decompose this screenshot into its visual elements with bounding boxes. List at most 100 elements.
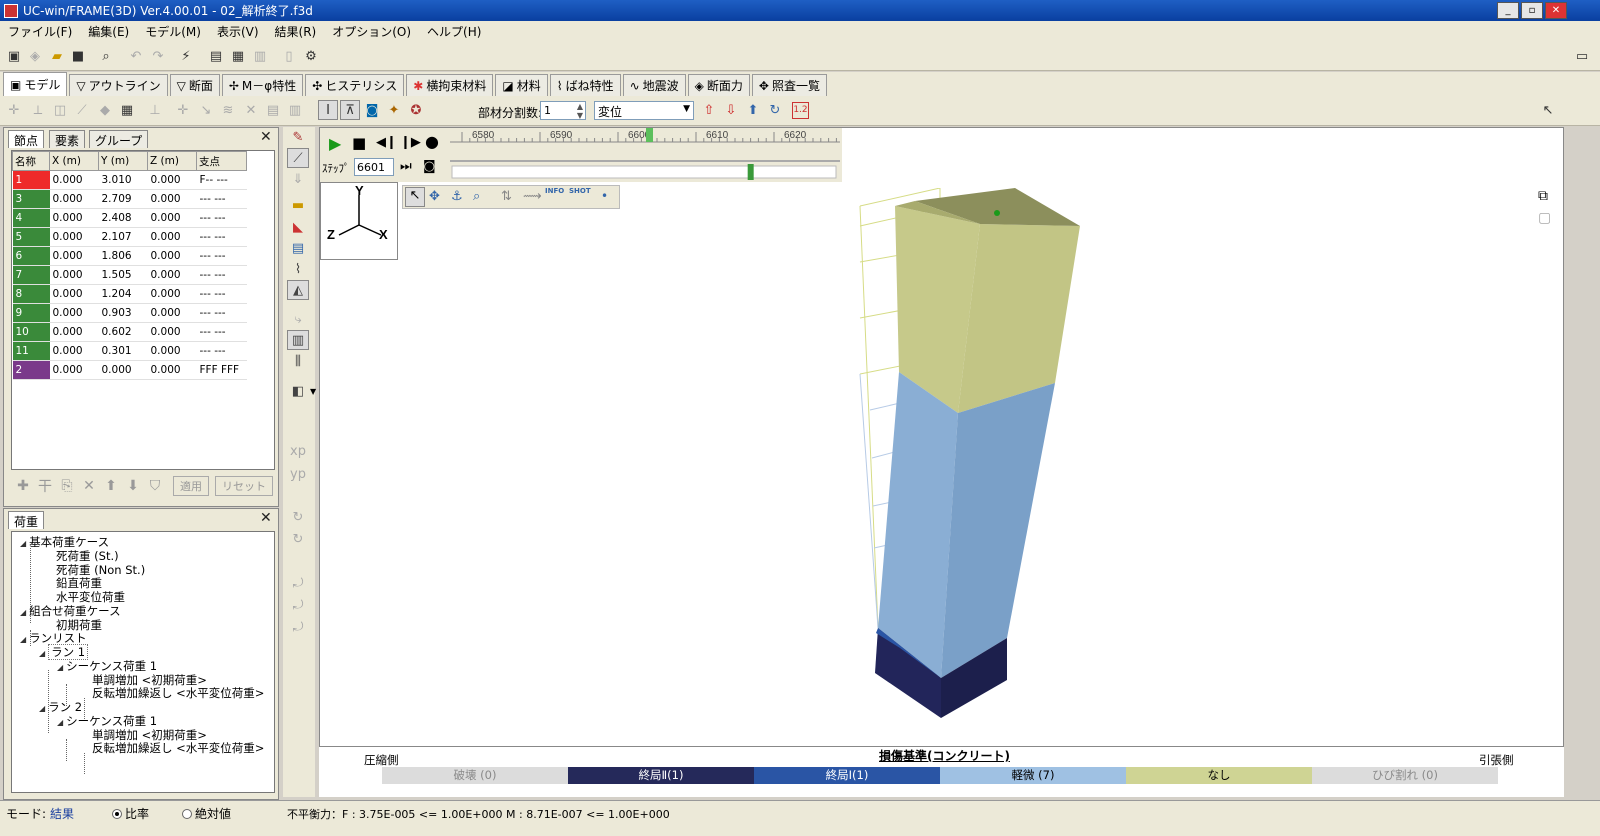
skip-end-icon[interactable]: ⏭ xyxy=(400,159,412,174)
ruler-icon[interactable]: ▬ xyxy=(287,195,309,215)
menu-view[interactable]: 表示(V) xyxy=(209,23,267,40)
result-type-select[interactable]: 変位 ▼ xyxy=(594,101,694,120)
ratio-radio[interactable]: 比率 xyxy=(112,805,149,822)
step-input[interactable]: 6601 xyxy=(354,158,394,176)
table-row[interactable]: 1 0.000 3.010 0.000 F-- --- xyxy=(12,170,247,190)
result-down-icon[interactable]: ⇩ xyxy=(721,100,741,120)
table-row[interactable]: 4 0.000 2.408 0.000 --- --- xyxy=(12,208,247,228)
split-icon[interactable]: ◆ xyxy=(95,100,115,120)
node-id[interactable]: 1 xyxy=(12,170,50,190)
yp-rotate-icon[interactable]: ↻ xyxy=(287,529,309,549)
table-row[interactable]: 10 0.000 0.602 0.000 --- --- xyxy=(12,322,247,342)
result-up-icon[interactable]: ⇧ xyxy=(699,100,719,120)
tab-loads[interactable]: 荷重 xyxy=(8,511,45,529)
node-support[interactable]: --- --- xyxy=(196,208,247,228)
minimize-button[interactable]: _ xyxy=(1497,2,1519,19)
yp-icon[interactable]: yp xyxy=(287,464,309,484)
connect-icon[interactable]: ↘ xyxy=(196,100,216,120)
col-name[interactable]: 名称 xyxy=(12,151,50,171)
node-y[interactable]: 2.709 xyxy=(98,189,148,209)
fit-icon[interactable]: ⇅ xyxy=(501,189,512,204)
pointer-help-icon[interactable]: ↖ xyxy=(1538,100,1558,120)
xp-rotate-icon[interactable]: ↻ xyxy=(287,507,309,527)
layer-icon[interactable]: ▤ xyxy=(263,100,283,120)
node-x[interactable]: 0.000 xyxy=(49,341,99,361)
export-icon[interactable]: ▥ xyxy=(250,46,270,66)
tree-cyclic-1[interactable]: 反転増加繰返し <水平変位荷重> xyxy=(92,685,264,701)
add-icon[interactable]: ✚ xyxy=(15,478,31,494)
group-icon[interactable]: ▥ xyxy=(285,100,305,120)
report-icon[interactable]: ▤ xyxy=(206,46,226,66)
close-button[interactable]: ✕ xyxy=(1545,2,1567,19)
copy-icon[interactable]: ⎘ xyxy=(59,478,75,494)
node-z[interactable]: 0.000 xyxy=(147,227,197,247)
node-x[interactable]: 0.000 xyxy=(49,227,99,247)
close-icon[interactable]: ✕ xyxy=(260,510,272,526)
tab-nodes[interactable]: 節点 xyxy=(8,130,45,148)
support-icon[interactable]: ⊥ xyxy=(145,100,165,120)
analysis-icon[interactable]: ⚡ xyxy=(176,46,196,66)
node-support[interactable]: --- --- xyxy=(196,265,247,285)
select-pointer-icon[interactable]: ↖ xyxy=(405,187,425,207)
redo-icon[interactable]: ↷ xyxy=(148,46,168,66)
pan-icon[interactable]: ✥ xyxy=(429,189,440,204)
node-id[interactable]: 6 xyxy=(12,246,50,266)
doc-icon[interactable]: ▯ xyxy=(279,46,299,66)
col-support[interactable]: 支点 xyxy=(196,151,247,171)
node-support[interactable]: FFF FFF xyxy=(196,360,247,380)
node-x[interactable]: 0.000 xyxy=(49,208,99,228)
xp-icon[interactable]: xp xyxy=(287,441,309,461)
node-z[interactable]: 0.000 xyxy=(147,322,197,342)
node-z[interactable]: 0.000 xyxy=(147,170,197,190)
chart-icon[interactable]: ⟋ xyxy=(287,148,309,168)
load-arrow-icon[interactable]: ⇓ xyxy=(287,169,309,189)
render-icon[interactable]: ✪ xyxy=(406,100,426,120)
add-element-icon[interactable]: ⟂ xyxy=(28,100,48,120)
timeline-slider[interactable] xyxy=(747,164,754,180)
move-down-icon[interactable]: ⬇ xyxy=(125,478,141,494)
tree-cyclic-2[interactable]: 反転増加繰返し <水平変位荷重> xyxy=(92,740,264,756)
tab-groups[interactable]: グループ xyxy=(89,130,149,148)
table-row[interactable]: 3 0.000 2.709 0.000 --- --- xyxy=(12,189,247,209)
tab-m-phi[interactable]: ✢ M－φ特性 xyxy=(221,74,304,96)
node-y[interactable]: 1.505 xyxy=(98,265,148,285)
calc-icon[interactable]: ▦ xyxy=(228,46,248,66)
node-support[interactable]: --- --- xyxy=(196,227,247,247)
node-z[interactable]: 0.000 xyxy=(147,360,197,380)
step-forward-icon[interactable]: ❙▶ xyxy=(400,135,421,150)
move-up-icon[interactable]: ⬆ xyxy=(103,478,119,494)
open-folder-icon[interactable]: ▰ xyxy=(47,46,67,66)
spring-support-icon[interactable]: ⌇ xyxy=(287,259,309,279)
node-id[interactable]: 5 xyxy=(12,227,50,247)
tab-elements[interactable]: 要素 xyxy=(49,130,86,148)
delete-icon[interactable]: ✕ xyxy=(81,478,97,494)
rotate-icon[interactable]: ⚓ xyxy=(451,189,463,204)
absolute-radio[interactable]: 絶対値 xyxy=(182,805,231,822)
light-icon[interactable]: ✦ xyxy=(384,100,404,120)
menu-help[interactable]: ヘルプ(H) xyxy=(419,23,489,40)
node-id[interactable]: 3 xyxy=(12,189,50,209)
chevron-down-icon[interactable]: ▼ xyxy=(310,387,316,396)
delete-tool-icon[interactable]: ✕ xyxy=(241,100,261,120)
menu-result[interactable]: 結果(R) xyxy=(267,23,325,40)
node-z[interactable]: 0.000 xyxy=(147,208,197,228)
undo-icon[interactable]: ↶ xyxy=(126,46,146,66)
move-icon[interactable]: ◫ xyxy=(50,100,70,120)
color-bar-icon[interactable]: ▤ xyxy=(287,238,309,258)
node-x[interactable]: 0.000 xyxy=(49,170,99,190)
node-y[interactable]: 0.903 xyxy=(98,303,148,323)
copy-view-icon[interactable]: ⧉ xyxy=(1538,188,1548,204)
shot-icon[interactable]: SHOT xyxy=(569,187,591,195)
play-icon[interactable]: ▶ xyxy=(329,134,341,153)
node-id[interactable]: 9 xyxy=(12,303,50,323)
tab-material[interactable]: ◪ 材料 xyxy=(495,74,548,96)
node-support[interactable]: --- --- xyxy=(196,246,247,266)
node-y[interactable]: 0.301 xyxy=(98,341,148,361)
table-row[interactable]: 9 0.000 0.903 0.000 --- --- xyxy=(12,303,247,323)
filter-icon[interactable]: ⛉ xyxy=(147,478,163,494)
node-z[interactable]: 0.000 xyxy=(147,284,197,304)
tab-confined-material[interactable]: ✱ 横拘束材料 xyxy=(406,74,494,96)
table-icon[interactable]: ▦ xyxy=(117,100,137,120)
print-preview-icon[interactable]: ⌕ xyxy=(96,46,116,66)
col-y[interactable]: Y (m) xyxy=(98,151,148,171)
